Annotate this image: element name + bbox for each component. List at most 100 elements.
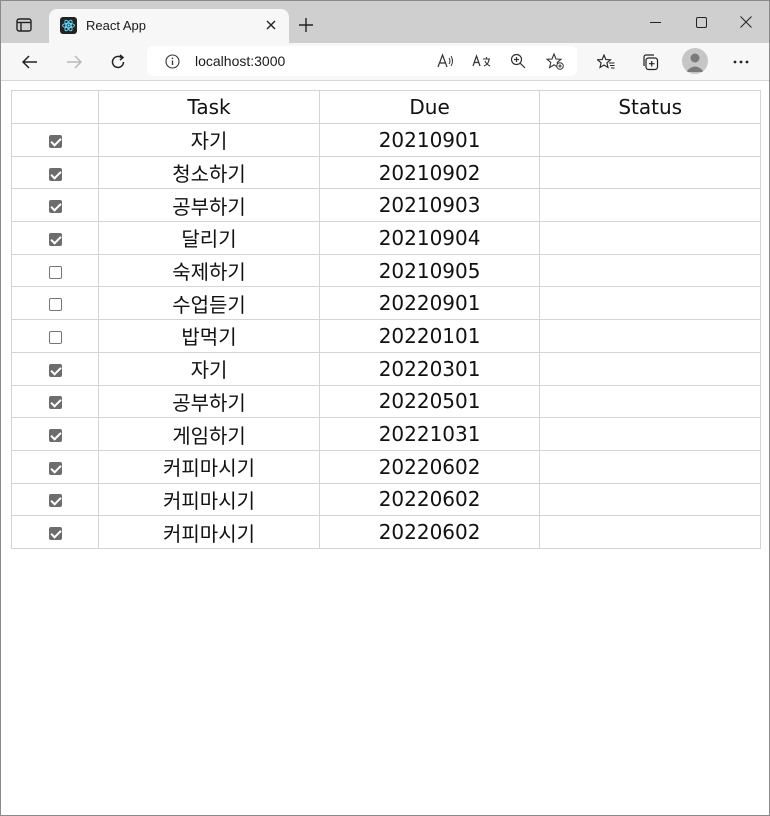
row-checkbox-cell — [10, 351, 100, 386]
refresh-icon[interactable] — [104, 48, 132, 76]
browser-toolbar: localhost:3000 — [1, 43, 769, 81]
read-aloud-icon[interactable] — [434, 50, 458, 72]
react-logo-icon — [60, 17, 77, 34]
row-checkbox[interactable] — [48, 200, 62, 214]
header-task: Task — [98, 90, 320, 124]
status-cell — [539, 286, 761, 321]
task-cell: 공부하기 — [98, 188, 320, 223]
star-add-icon[interactable] — [543, 50, 567, 72]
collections-icon[interactable] — [636, 48, 664, 76]
task-cell: 청소하기 — [98, 155, 320, 190]
task-cell: 숙제하기 — [98, 253, 320, 288]
row-checkbox[interactable] — [48, 265, 62, 279]
minimize-icon[interactable] — [632, 9, 678, 35]
row-checkbox[interactable] — [48, 134, 62, 148]
maximize-icon[interactable] — [678, 9, 724, 35]
info-icon[interactable] — [164, 53, 180, 69]
table-header-row: Task Due Status — [10, 90, 761, 124]
plus-icon[interactable] — [295, 14, 317, 36]
translate-icon[interactable] — [470, 50, 494, 72]
header-status: Status — [539, 90, 761, 124]
row-checkbox[interactable] — [48, 527, 62, 541]
row-checkbox-cell — [10, 449, 100, 484]
tab-react-app[interactable]: React App — [49, 9, 289, 43]
task-cell: 달리기 — [98, 221, 320, 255]
due-cell: 20210904 — [318, 221, 541, 255]
task-table: Task Due Status 자기 20210901 청소하기 20210902 공부… — [10, 90, 761, 549]
row-checkbox-cell — [10, 384, 100, 419]
more-icon[interactable] — [727, 48, 755, 76]
task-cell: 밥먹기 — [98, 319, 320, 353]
row-checkbox[interactable] — [48, 461, 62, 475]
row-checkbox[interactable] — [48, 429, 62, 443]
arrow-left-icon[interactable] — [16, 48, 44, 76]
browser-window: React App localhost:3000 Task Due Status… — [0, 0, 770, 816]
row-checkbox-cell — [10, 253, 100, 288]
table-row: 자기 20220301 — [10, 351, 761, 386]
favorites-icon[interactable] — [592, 48, 620, 76]
table-row: 숙제하기 20210905 — [10, 253, 761, 288]
task-cell: 커피마시기 — [98, 482, 320, 517]
row-checkbox[interactable] — [48, 363, 62, 377]
task-cell: 자기 — [98, 351, 320, 386]
status-cell — [539, 351, 761, 386]
due-cell: 20220602 — [318, 515, 541, 549]
address-bar[interactable]: localhost:3000 — [147, 46, 577, 76]
task-table-body: 자기 20210901 청소하기 20210902 공부하기 20210903 달리기 202… — [10, 123, 761, 549]
header-due: Due — [318, 90, 541, 124]
due-cell: 20220501 — [318, 384, 541, 419]
status-cell — [539, 123, 761, 157]
row-checkbox-cell — [10, 482, 100, 517]
status-cell — [539, 319, 761, 353]
table-row: 게임하기 20221031 — [10, 417, 761, 451]
due-cell: 20210902 — [318, 155, 541, 190]
row-checkbox[interactable] — [48, 330, 62, 344]
status-cell — [539, 384, 761, 419]
task-cell: 커피마시기 — [98, 449, 320, 484]
due-cell: 20220901 — [318, 286, 541, 321]
url-text: localhost:3000 — [195, 53, 286, 69]
status-cell — [539, 482, 761, 517]
row-checkbox-cell — [10, 221, 100, 255]
zoom-icon[interactable] — [506, 50, 530, 72]
status-cell — [539, 417, 761, 451]
window-close-icon[interactable] — [723, 9, 769, 35]
row-checkbox-cell — [10, 286, 100, 321]
close-icon[interactable] — [263, 17, 279, 33]
table-row: 커피마시기 20220602 — [10, 515, 761, 549]
row-checkbox-cell — [10, 515, 100, 549]
row-checkbox[interactable] — [48, 494, 62, 508]
table-row: 커피마시기 20220602 — [10, 449, 761, 484]
task-cell: 커피마시기 — [98, 515, 320, 549]
due-cell: 20220301 — [318, 351, 541, 386]
arrow-right-icon[interactable] — [60, 48, 88, 76]
page-content: Task Due Status 자기 20210901 청소하기 20210902 공부… — [1, 81, 769, 815]
tab-title: React App — [86, 18, 146, 33]
tab-strip: React App — [1, 1, 769, 43]
table-row: 공부하기 20210903 — [10, 188, 761, 223]
row-checkbox-cell — [10, 188, 100, 223]
avatar[interactable] — [682, 48, 708, 74]
tab-actions-icon[interactable] — [13, 14, 35, 36]
table-row: 자기 20210901 — [10, 123, 761, 157]
due-cell: 20210905 — [318, 253, 541, 288]
row-checkbox-cell — [10, 155, 100, 190]
due-cell: 20220101 — [318, 319, 541, 353]
table-row: 공부하기 20220501 — [10, 384, 761, 419]
task-cell: 게임하기 — [98, 417, 320, 451]
status-cell — [539, 515, 761, 549]
row-checkbox[interactable] — [48, 396, 62, 410]
table-row: 달리기 20210904 — [10, 221, 761, 255]
due-cell: 20220602 — [318, 482, 541, 517]
row-checkbox[interactable] — [48, 298, 62, 312]
row-checkbox[interactable] — [48, 167, 62, 181]
table-row: 커피마시기 20220602 — [10, 482, 761, 517]
row-checkbox-cell — [10, 417, 100, 451]
header-checkbox-col — [10, 90, 100, 124]
table-row: 밥먹기 20220101 — [10, 319, 761, 353]
task-cell: 자기 — [98, 123, 320, 157]
status-cell — [539, 155, 761, 190]
table-row: 수업듣기 20220901 — [10, 286, 761, 321]
row-checkbox[interactable] — [48, 232, 62, 246]
task-cell: 공부하기 — [98, 384, 320, 419]
